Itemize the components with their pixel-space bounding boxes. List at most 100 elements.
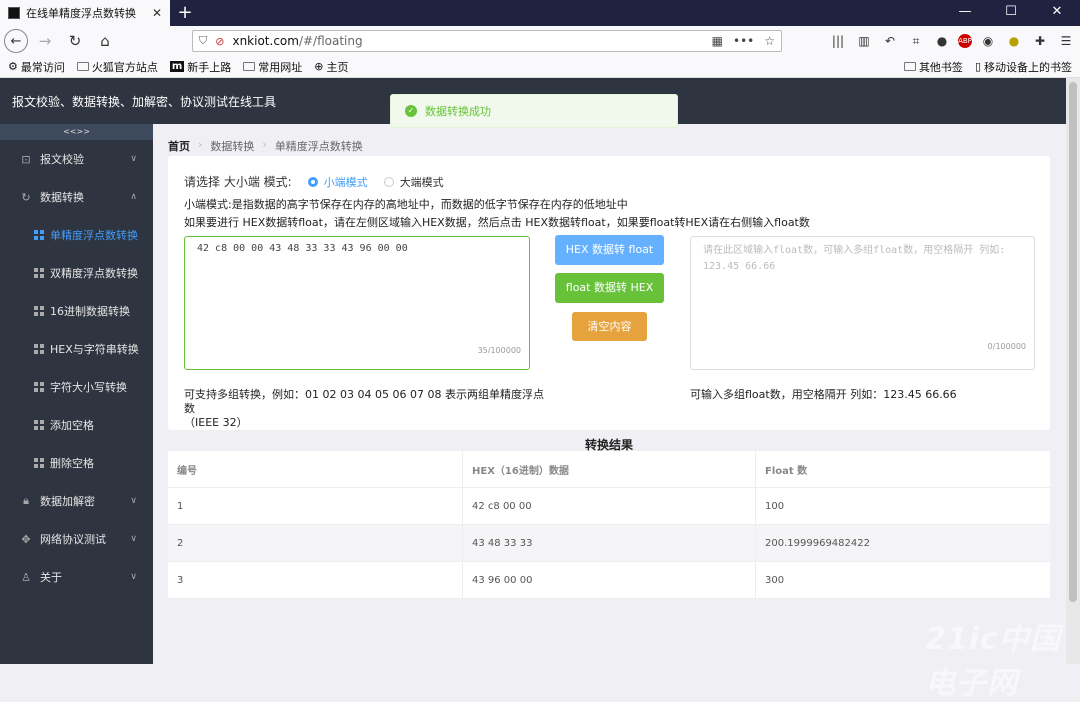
qr-code-icon[interactable]: ▦ [712,34,723,48]
radio-dot-icon [307,176,318,187]
sidebar-item-case-convert[interactable]: 字符大小写转换 [0,368,153,406]
url-domain: xnkiot.com [232,34,299,48]
library-icon[interactable]: ||| [828,34,848,48]
reload-button[interactable]: ↻ [62,28,88,54]
sidebar-item-about[interactable]: ♙ 关于 ∨ [0,558,153,596]
url-path: /#/floating [298,34,363,48]
table-cell: 1 [168,488,463,524]
bookmark-getting-started[interactable]: m 新手上路 [169,59,231,75]
new-tab-button[interactable]: + [170,0,200,26]
folder-icon [76,62,89,71]
breadcrumb-level1[interactable]: 数据转换 [210,138,254,154]
gear-icon: ⚙ [8,60,18,73]
breadcrumb-home[interactable]: 首页 [168,138,190,154]
addons-icon[interactable]: ✚ [1030,34,1050,48]
column-header-hex[interactable]: HEX（16进制）数据 [463,451,756,487]
big-endian-radio[interactable]: 大端模式 [383,174,444,190]
bookmark-other[interactable]: 其他书签 [903,59,963,75]
table-cell: 300 [765,574,785,586]
adblock-icon[interactable]: ABP [958,34,972,48]
window-controls: — ☐ ✕ [942,0,1080,26]
breadcrumb-separator-icon: › [262,138,267,151]
bookmark-star-icon[interactable]: ☆ [764,34,775,48]
breadcrumb-level2: 单精度浮点数转换 [274,140,363,153]
endian-description: 小端模式:是指数据的高字节保存在内存的高地址中，而数据的低字节保存在内存的低地址… [184,198,628,211]
bookmark-homepage[interactable]: ⊕ 主页 [314,59,348,75]
hex-char-count: 35/100000 [477,346,521,355]
grid-icon [34,382,44,392]
sidebar-item-hex-string[interactable]: HEX与字符串转换 [0,330,153,368]
bookmark-most-visited[interactable]: ⚙ 最常访问 [8,59,65,75]
bookmark-firefox-site[interactable]: 火狐官方站点 [76,59,158,75]
little-endian-radio[interactable]: 小端模式 [307,174,368,190]
close-window-button[interactable]: ✕ [1034,0,1080,26]
undo-icon[interactable]: ↶ [880,34,900,48]
sidebar-item-checksum[interactable]: ⊡ 报文校验 ∨ [0,140,153,178]
chat-icon[interactable]: ● [932,34,952,48]
sidebar-item-hex-convert[interactable]: 16进制数据转换 [0,292,153,330]
back-button[interactable]: ← [4,29,28,53]
radio-dot-icon [383,176,394,187]
success-toast: ✓ 数据转换成功 [390,94,678,128]
toast-message: 数据转换成功 [425,105,491,118]
toolbar-icons: ||| ▥ ↶ ⌗ ● ABP ◉ ● ✚ ☰ [828,34,1076,49]
sidebar-item-float32[interactable]: 单精度浮点数转换 [0,216,153,254]
column-header-float[interactable]: Float 数 [756,451,1050,487]
browser-tabbar: 在线单精度浮点数转换 ✕ + — ☐ ✕ [0,0,1080,26]
bookmark-common-sites[interactable]: 常用网址 [243,59,302,75]
folder-icon [243,62,256,71]
forward-button[interactable]: → [32,28,58,54]
site-identity-icon[interactable]: ⊘ [215,35,224,48]
table-row: 2 43 48 33 33 200.1999969482422 [168,525,1050,562]
table-cell: 2 [168,525,463,561]
float-input-textarea[interactable]: 请在此区域输入float数，可输入多组float数，用空格隔开 列如: 123.… [690,236,1035,370]
sidebar-item-encryption[interactable]: 🔒︎ 数据加解密 ∨ [0,482,153,520]
address-bar[interactable]: ⛉ ⊘ xnkiot.com/#/floating ▦ ••• ☆ [192,30,782,52]
float-to-hex-button[interactable]: float 数据转 HEX [555,273,664,303]
scrollbar-thumb[interactable] [1069,82,1077,602]
chevron-down-icon: ∨ [130,534,137,544]
hex-to-float-button[interactable]: HEX 数据转 float [555,235,664,265]
account-icon[interactable]: ◉ [978,34,998,48]
page-scrollbar[interactable] [1066,78,1080,664]
browser-tab[interactable]: 在线单精度浮点数转换 ✕ [0,0,170,26]
float-char-count: 0/100000 [987,342,1026,351]
results-table: 编号 HEX（16进制）数据 Float 数 1 42 c8 00 00 100… [168,451,1050,599]
sidebar-item-data-convert[interactable]: ↻ 数据转换 ∧ [0,178,153,216]
sidebar-item-network-test[interactable]: ✥ 网络协议测试 ∨ [0,520,153,558]
grid-icon [34,230,44,240]
extension-icon[interactable]: ● [1004,34,1024,48]
grid-icon [34,268,44,278]
endian-mode-row: 请选择 大小端 模式: 小端模式 大端模式 [184,173,444,190]
bookmark-mobile[interactable]: ▯ 移动设备上的书签 [975,59,1072,75]
table-header-row: 编号 HEX（16进制）数据 Float 数 [168,451,1050,488]
menu-icon[interactable]: ☰ [1056,34,1076,48]
sidebar-collapse-button[interactable]: <<>> [0,124,153,140]
close-tab-icon[interactable]: ✕ [152,6,162,20]
breadcrumb: 首页 › 数据转换 › 单精度浮点数转换 [168,138,363,154]
user-icon: ♙ [21,570,31,584]
maximize-button[interactable]: ☐ [988,0,1034,26]
hex-input-textarea[interactable]: 42 c8 00 00 43 48 33 33 43 96 00 00 35/1… [184,236,530,370]
sidebar-icon[interactable]: ▥ [854,34,874,48]
app-title: 报文校验、数据转换、加解密、协议测试在线工具 [12,94,277,109]
hex-input-note: 可支持多组转换，例如：01 02 03 04 05 06 07 08 表示两组单… [184,388,544,429]
sidebar-item-remove-space[interactable]: 删除空格 [0,444,153,482]
table-row: 3 43 96 00 00 300 [168,562,1050,599]
grid-icon [34,306,44,316]
usage-description: 如果要进行 HEX数据转float，请在左侧区域输入HEX数据，然后点击 HEX… [184,216,810,229]
sidebar-item-float64[interactable]: 双精度浮点数转换 [0,254,153,292]
clear-button[interactable]: 清空内容 [572,312,647,341]
shield-icon[interactable]: ⛉ [199,34,207,48]
move-icon: ✥ [21,532,31,546]
column-header-index[interactable]: 编号 [168,451,463,487]
sidebar-item-add-space[interactable]: 添加空格 [0,406,153,444]
mode-label: 请选择 大小端 模式: [184,175,292,189]
lock-icon: 🔒︎ [23,494,29,507]
minimize-button[interactable]: — [942,0,988,26]
page-actions-icon[interactable]: ••• [733,34,754,48]
grid-icon [34,344,44,354]
home-button[interactable]: ⌂ [92,28,118,54]
crop-icon[interactable]: ⌗ [906,34,926,49]
float-input-placeholder: 请在此区域输入float数，可输入多组float数，用空格隔开 列如: 123.… [703,245,1006,272]
